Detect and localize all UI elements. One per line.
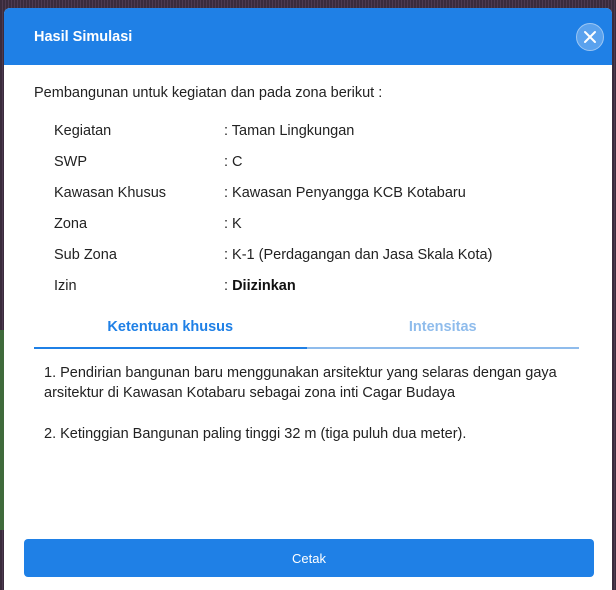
permit-value: Diizinkan — [232, 277, 296, 294]
info-label: Zona — [54, 215, 88, 232]
info-label: Kegiatan — [54, 122, 112, 139]
info-label: Izin — [54, 277, 77, 294]
info-row-zona: Zona : K — [34, 208, 582, 239]
modal-body: Pembangunan untuk kegiatan dan pada zona… — [4, 85, 612, 444]
info-label: SWP — [54, 153, 88, 170]
info-label: Kawasan Khusus — [54, 184, 167, 201]
tab-intensitas[interactable]: Intensitas — [306, 319, 579, 349]
info-row-kegiatan: Kegiatan : Taman Lingkungan — [34, 115, 582, 146]
info-row-swp: SWP : C — [34, 146, 582, 177]
info-table: Kegiatan : Taman Lingkungan SWP : C Kawa… — [34, 115, 582, 301]
info-row-izin: Izin : Diizinkan — [34, 270, 582, 301]
info-value: : K-1 (Perdagangan dan Jasa Skala Kota) — [224, 246, 493, 263]
permit-status: : Diizinkan — [224, 278, 296, 294]
close-button[interactable] — [576, 22, 604, 51]
provision-item: 1. Pendirian bangunan baru menggunakan a… — [44, 365, 557, 401]
modal-title: Hasil Simulasi — [34, 28, 133, 45]
info-value: : K — [224, 215, 242, 232]
info-label: Sub Zona — [54, 246, 117, 263]
permit-prefix: : — [224, 277, 233, 294]
print-button[interactable]: Cetak — [24, 539, 594, 577]
intro-text: Pembangunan untuk kegiatan dan pada zona… — [34, 85, 383, 101]
tab-ketentuan-khusus[interactable]: Ketentuan khusus — [34, 319, 307, 349]
modal-header: Hasil Simulasi — [4, 8, 612, 65]
close-icon — [584, 30, 596, 43]
tab-content: 1. Pendirian bangunan baru menggunakan a… — [34, 349, 582, 444]
provision-item: 2. Ketinggian Bangunan paling tinggi 32 … — [44, 426, 467, 442]
info-value: : Taman Lingkungan — [224, 122, 355, 139]
tab-bar: Ketentuan khusus Intensitas — [34, 319, 579, 349]
info-value: : C — [224, 153, 243, 170]
simulation-result-modal: Hasil Simulasi Pembangunan untuk kegiata… — [4, 8, 612, 590]
info-row-sub-zona: Sub Zona : K-1 (Perdagangan dan Jasa Ska… — [34, 239, 582, 270]
info-value: : Kawasan Penyangga KCB Kotabaru — [224, 184, 466, 201]
info-row-kawasan-khusus: Kawasan Khusus : Kawasan Penyangga KCB K… — [34, 177, 582, 208]
